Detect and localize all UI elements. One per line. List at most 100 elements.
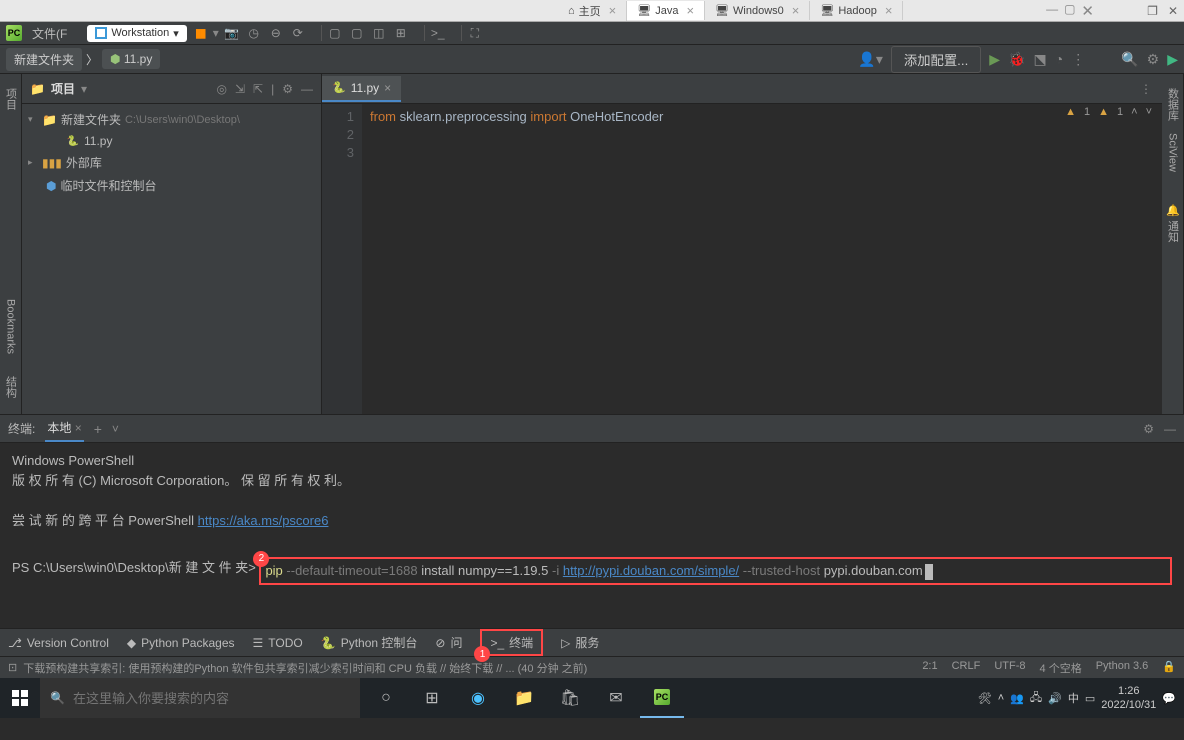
version-control-button[interactable]: ⎇Version Control <box>8 636 109 650</box>
profile-icon[interactable]: ◔ <box>1055 51 1063 67</box>
bookmarks-tool-button[interactable]: Bookmarks <box>5 293 17 360</box>
edge-icon[interactable]: ◉ <box>456 678 500 718</box>
layout-icon[interactable]: ▢ <box>348 24 366 42</box>
chevron-down-icon[interactable]: ▾ <box>81 82 87 96</box>
chevron-up-icon[interactable]: ˄ <box>1131 106 1137 118</box>
python-console-button[interactable]: 🐍Python 控制台 <box>321 634 418 651</box>
todo-button[interactable]: ☰TODO <box>253 636 303 650</box>
caret-position[interactable]: 2:1 <box>922 660 937 676</box>
gear-icon[interactable]: ⚙ <box>1143 422 1154 436</box>
link[interactable]: http://pypi.douban.com/simple/ <box>563 563 739 578</box>
clock-icon[interactable]: ◷ <box>245 24 263 42</box>
layout-icon[interactable]: ◫ <box>370 24 388 42</box>
chevron-right-icon[interactable]: ▸ <box>28 157 38 168</box>
close-icon[interactable]: × <box>75 421 82 435</box>
tray-chevron-icon[interactable]: ˄ <box>998 692 1004 704</box>
project-tree[interactable]: ▾ 📁 新建文件夹 C:\Users\win0\Desktop\ 🐍 11.py… <box>22 104 321 201</box>
more-icon[interactable]: ⋮ <box>1071 51 1085 68</box>
media-icon[interactable]: ▶ <box>1167 51 1178 68</box>
store-icon[interactable]: 🛍 <box>548 678 592 718</box>
vm-tab-home[interactable]: ⌂主页× <box>558 1 627 21</box>
services-button[interactable]: ▷服务 <box>561 634 599 651</box>
close-icon[interactable]: × <box>686 3 694 18</box>
close-icon[interactable]: × <box>609 3 617 18</box>
target-icon[interactable]: ◎ <box>217 82 227 96</box>
line-separator[interactable]: CRLF <box>952 660 981 676</box>
chevron-down-icon[interactable]: ˅ <box>1146 106 1152 118</box>
collapse-icon[interactable]: ⇱ <box>253 82 263 96</box>
task-view-icon[interactable]: ⊞ <box>410 678 454 718</box>
workstation-badge[interactable]: Workstation▾ <box>87 25 186 42</box>
vm-tab-windows[interactable]: 🖥Windows0× <box>705 1 810 20</box>
terminal-tab-local[interactable]: 本地 × <box>45 415 83 442</box>
debug-icon[interactable]: 🐞 <box>1008 51 1025 68</box>
cortana-icon[interactable]: ○ <box>364 678 408 718</box>
vm-tab-java[interactable]: 🖥Java× <box>627 1 705 20</box>
chevron-down-icon[interactable]: ˅ <box>112 422 119 436</box>
mail-icon[interactable]: ✉ <box>594 678 638 718</box>
user-icon[interactable]: 👤▾ <box>858 51 882 68</box>
taskbar-search[interactable]: 🔍 <box>40 678 360 718</box>
file-menu[interactable]: 文件(F <box>32 25 67 42</box>
editor-tab[interactable]: 🐍 11.py × <box>322 76 401 102</box>
lock-icon[interactable]: 🔒 <box>1162 660 1176 676</box>
layout-icon[interactable]: ⊞ <box>392 24 410 42</box>
more-icon[interactable]: ⋮ <box>1140 82 1162 96</box>
indentation[interactable]: 4 个空格 <box>1040 660 1082 676</box>
close-icon[interactable]: × <box>885 3 893 18</box>
search-input[interactable] <box>73 691 350 706</box>
terminal-button[interactable]: >_终端 <box>490 634 533 651</box>
fullscreen-icon[interactable]: ⛶ <box>466 24 484 42</box>
new-tab-icon[interactable]: + <box>94 421 102 437</box>
search-icon[interactable]: 🔍 <box>1121 51 1138 68</box>
restore-icon[interactable]: ❐ <box>1147 4 1158 18</box>
expand-icon[interactable]: ⇲ <box>235 82 245 96</box>
sciview-tool-button[interactable]: SciView <box>1167 127 1179 178</box>
tray-network-icon[interactable]: 🖧 <box>1030 689 1042 708</box>
tree-external-libs[interactable]: ▸ ▮▮▮ 外部库 <box>22 151 321 174</box>
tree-scratches[interactable]: ⬢ 临时文件和控制台 <box>22 174 321 197</box>
disk-icon[interactable]: ⊖ <box>267 24 285 42</box>
refresh-icon[interactable]: ⟳ <box>289 24 307 42</box>
close-icon[interactable]: ✕ <box>1168 4 1178 18</box>
add-config-button[interactable]: 添加配置... <box>891 46 981 73</box>
tray-volume-icon[interactable]: 🔊 <box>1048 692 1062 705</box>
run-icon[interactable]: ▶ <box>989 51 1000 68</box>
close-icon[interactable]: × <box>384 81 391 95</box>
status-message[interactable]: 下载预构建共享索引: 使用预构建的Python 软件包共享索引减少索引时间和 C… <box>23 660 587 676</box>
breadcrumb[interactable]: 新建文件夹 〉 ⬢ 11.py <box>6 48 160 71</box>
maximize-icon[interactable]: ▢ <box>1064 2 1075 20</box>
hide-icon[interactable]: — <box>301 82 313 96</box>
problems-button[interactable]: ⊘问 <box>435 634 462 651</box>
python-packages-button[interactable]: ◆Python Packages <box>127 636 235 650</box>
pause-icon[interactable]: ▮▮ <box>191 24 209 42</box>
interpreter[interactable]: Python 3.6 <box>1096 660 1149 676</box>
tray-battery-icon[interactable]: ▭ <box>1085 692 1095 705</box>
notification-center-icon[interactable]: 💬 <box>1162 692 1176 705</box>
pycharm-taskbar-icon[interactable]: PC <box>640 678 684 718</box>
snapshot-icon[interactable]: 📷 <box>223 24 241 42</box>
notifications-tool-button[interactable]: 🔔 通知 <box>1165 198 1181 249</box>
chevron-down-icon[interactable]: ▾ <box>28 114 38 125</box>
coverage-icon[interactable]: ⬔ <box>1034 51 1047 68</box>
explorer-icon[interactable]: 📁 <box>502 678 546 718</box>
encoding[interactable]: UTF-8 <box>994 660 1025 676</box>
layout-icon[interactable]: ▢ <box>326 24 344 42</box>
terminal-output[interactable]: Windows PowerShell 版 权 所 有 (C) Microsoft… <box>0 443 1184 628</box>
tray-ime-icon[interactable]: 中 <box>1068 690 1079 706</box>
inspection-widget[interactable]: ▲1 ▲1 ˄ ˅ <box>1065 106 1152 118</box>
close-icon[interactable]: ✕ <box>1081 2 1094 20</box>
code-editor[interactable]: 1 2 3 from sklearn.preprocessing import … <box>322 104 1162 414</box>
hide-icon[interactable]: — <box>1164 422 1176 436</box>
gear-icon[interactable]: ⚙ <box>282 82 293 96</box>
structure-tool-button[interactable]: 结构 <box>3 370 19 404</box>
database-tool-button[interactable]: 数据库 <box>1165 82 1181 127</box>
close-icon[interactable]: × <box>792 3 800 18</box>
minimize-icon[interactable]: — <box>1046 2 1058 20</box>
link[interactable]: https://aka.ms/pscore6 <box>198 513 329 528</box>
tray-people-icon[interactable]: 👥 <box>1010 692 1024 705</box>
terminal-icon[interactable]: >_ <box>429 24 447 42</box>
start-button[interactable] <box>0 678 40 718</box>
project-tool-button[interactable]: 项目 <box>3 82 19 116</box>
tree-folder-root[interactable]: ▾ 📁 新建文件夹 C:\Users\win0\Desktop\ <box>22 108 321 131</box>
